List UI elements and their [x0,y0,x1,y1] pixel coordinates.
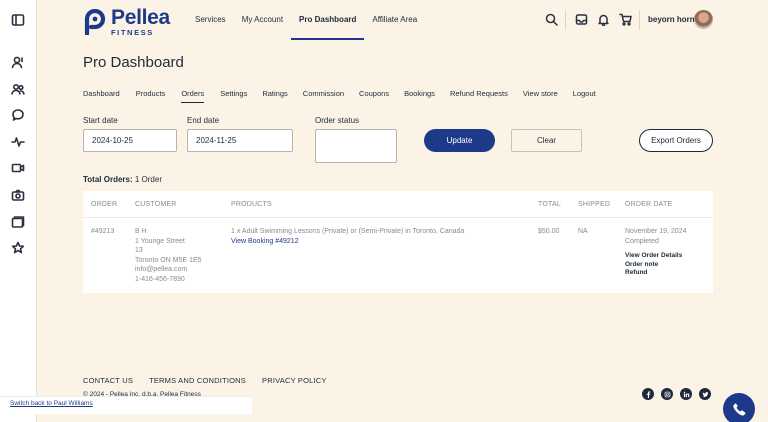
update-button[interactable]: Update [424,129,495,152]
nav-affiliate-area[interactable]: Affiliate Area [364,0,425,40]
tab-bookings[interactable]: Bookings [404,89,435,103]
cart-icon[interactable] [619,13,632,26]
search-icon[interactable] [545,13,558,26]
nav-services[interactable]: Services [187,0,234,40]
call-button[interactable] [723,393,755,422]
customer-details: B H 1 Younge Street 13 Toronto ON M5E 1E… [135,227,202,285]
header-divider-line [83,217,713,218]
order-date: November 19, 2024 [625,228,687,235]
top-nav: Services My Account Pro Dashboard Affili… [187,0,425,40]
total-orders-value: 1 Order [134,175,162,184]
order-status-label: Order status [315,116,360,125]
nav-my-account[interactable]: My Account [234,0,291,40]
col-total: TOTAL [538,201,561,208]
header-divider-2 [639,10,640,30]
inbox-icon[interactable] [575,13,588,26]
start-date-input[interactable] [83,129,177,152]
col-products: PRODUCTS [231,201,272,208]
user-name[interactable]: beyorn horn [648,15,695,24]
footer-links: CONTACT US TERMS AND CONDITIONS PRIVACY … [83,376,343,385]
order-total: $50.00 [538,228,560,235]
export-orders-button[interactable]: Export Orders [639,129,713,152]
order-number[interactable]: #49213 [91,227,114,237]
customer-phone: 1-416-456-7890 [135,275,185,283]
folder-icon[interactable] [11,215,25,229]
tab-products[interactable]: Products [136,89,166,103]
footer-contact-us[interactable]: CONTACT US [83,376,133,385]
instagram-icon[interactable] [661,388,673,400]
star-icon[interactable] [11,241,25,255]
nav-pro-dashboard[interactable]: Pro Dashboard [291,0,365,40]
order-note-link[interactable]: Order note [625,261,686,270]
tab-coupons[interactable]: Coupons [359,89,389,103]
brand-name: Pellea [111,6,170,29]
tab-logout[interactable]: Logout [573,89,596,103]
tab-refund-requests[interactable]: Refund Requests [450,89,508,103]
orders-table: ORDER CUSTOMER PRODUCTS TOTAL SHIPPED OR… [83,191,713,293]
logo-mark-icon [84,8,106,35]
customer-city: Toronto ON M5E 1E5 [135,256,202,264]
order-shipped: NA [578,228,588,235]
users-icon[interactable] [11,82,25,96]
start-date-label: Start date [83,116,118,125]
customer-street: 1 Younge Street [135,237,185,245]
customer-name: B H [135,228,147,235]
tab-view-store[interactable]: View store [523,89,558,103]
product-name: 1 x Adult Swimming Lessons (Private) or … [231,228,465,235]
order-status-select[interactable] [315,129,397,163]
end-date-input[interactable] [187,129,293,152]
page-title: Pro Dashboard [83,54,184,71]
dashboard-subnav: Dashboard Products Orders Settings Ratin… [83,89,596,103]
customer-email: info@pellea.com [135,266,188,274]
chat-icon[interactable] [11,108,25,122]
col-customer: CUSTOMER [135,201,177,208]
order-date-cell: November 19, 2024 Completed View Order D… [625,227,686,278]
camera-icon[interactable] [11,188,25,202]
col-order-date: ORDER DATE [625,201,673,208]
product-details: 1 x Adult Swimming Lessons (Private) or … [231,227,531,246]
switch-back-link[interactable]: Switch back to Paul Williams [10,400,93,407]
end-date-label: End date [187,116,220,125]
activity-icon[interactable] [11,135,25,149]
customer-unit: 13 [135,247,143,255]
tab-dashboard[interactable]: Dashboard [83,89,120,103]
video-icon[interactable] [11,161,25,175]
tab-commission[interactable]: Commission [303,89,344,103]
header-divider [565,10,566,30]
social-links [642,388,718,400]
tab-orders[interactable]: Orders [181,89,205,103]
order-status: Completed [625,237,659,245]
sidebar-toggle-icon[interactable] [11,13,25,27]
footer-privacy[interactable]: PRIVACY POLICY [262,376,327,385]
twitter-icon[interactable] [699,388,711,400]
phone-icon [732,402,745,416]
total-orders: Total Orders: 1 Order [83,175,162,184]
col-shipped: SHIPPED [578,201,611,208]
avatar[interactable] [694,10,713,29]
user-icon[interactable] [11,55,25,69]
total-orders-label: Total Orders: [83,175,133,184]
brand-logo[interactable]: Pellea FITNESS [83,7,170,37]
tab-ratings[interactable]: Ratings [262,89,287,103]
view-order-details-link[interactable]: View Order Details [625,252,686,261]
tab-settings[interactable]: Settings [220,89,247,103]
footer-terms[interactable]: TERMS AND CONDITIONS [149,376,246,385]
clear-button[interactable]: Clear [511,129,582,152]
refund-link[interactable]: Refund [625,269,686,278]
brand-sub: FITNESS [111,28,154,37]
linkedin-icon[interactable] [680,388,692,400]
facebook-icon[interactable] [642,388,654,400]
view-booking-link[interactable]: View Booking #49212 [231,237,531,247]
bell-icon[interactable] [597,13,610,27]
col-order: ORDER [91,201,118,208]
left-rail [0,0,37,422]
